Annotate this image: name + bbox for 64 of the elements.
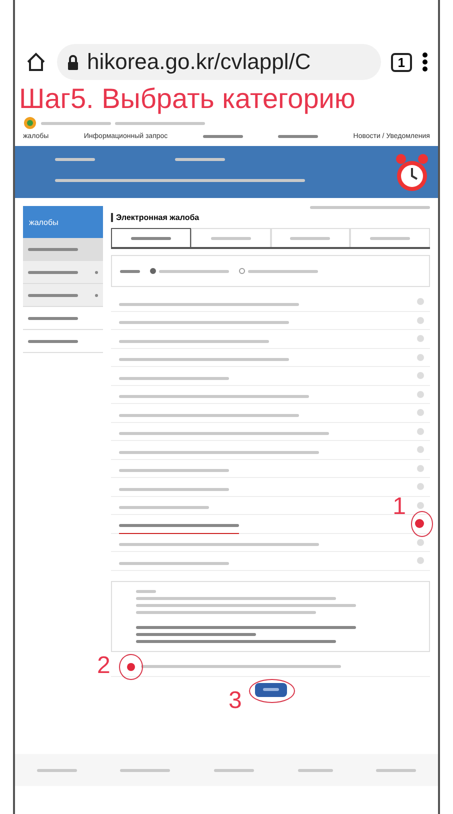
url-text: hikorea.go.kr/cvlappl/C xyxy=(87,49,311,75)
illegible-text-drawing xyxy=(159,270,229,272)
annotation-circle xyxy=(248,678,294,702)
radio-button[interactable] xyxy=(417,428,424,435)
illegible-text-drawing xyxy=(130,236,171,240)
illegible-text-drawing xyxy=(278,135,318,138)
radio-button[interactable] xyxy=(417,298,424,306)
address-bar[interactable]: hikorea.go.kr/cvlappl/C xyxy=(57,44,381,80)
radio-button[interactable] xyxy=(415,519,424,528)
illegible-text-drawing xyxy=(298,768,333,772)
sidebar-item[interactable] xyxy=(23,238,103,261)
submit-button[interactable] xyxy=(254,682,286,696)
illegible-text-drawing xyxy=(120,768,170,772)
radio-button[interactable] xyxy=(417,354,424,361)
annotation-number: 2 xyxy=(97,654,110,678)
sidebar-item[interactable] xyxy=(23,261,103,284)
illegible-text-drawing xyxy=(214,768,254,772)
illegible-text-drawing xyxy=(41,122,111,124)
expand-icon xyxy=(95,270,98,274)
radio-button[interactable] xyxy=(417,316,424,324)
illegible-text-drawing xyxy=(28,270,78,274)
illegible-text-drawing xyxy=(376,768,416,772)
radio-button[interactable] xyxy=(417,335,424,342)
annotation-number: 1 xyxy=(392,495,406,519)
annotation-circle xyxy=(119,654,143,680)
radio-button[interactable] xyxy=(239,268,245,274)
annotation-circle xyxy=(411,511,433,537)
illegible-text-drawing xyxy=(120,270,140,272)
radio-button[interactable] xyxy=(417,409,424,416)
illegible-text-drawing xyxy=(28,340,78,342)
checkbox[interactable] xyxy=(127,662,135,670)
illegible-text-drawing xyxy=(28,294,78,296)
illegible-text-drawing xyxy=(210,236,251,240)
radio-button[interactable] xyxy=(417,483,424,490)
illegible-text-drawing xyxy=(290,236,330,240)
radio-button[interactable] xyxy=(150,268,156,274)
tab-count-button[interactable]: 1 xyxy=(390,52,412,72)
sidebar-item[interactable] xyxy=(23,284,103,307)
illegible-text-drawing xyxy=(370,236,410,240)
lock-icon xyxy=(67,54,79,70)
illegible-text-drawing xyxy=(28,248,78,250)
sidebar-header: жалобы xyxy=(23,206,103,238)
home-icon[interactable] xyxy=(25,51,47,73)
illegible-text-drawing xyxy=(202,135,243,138)
illegible-text-drawing xyxy=(36,768,77,772)
annotation-number: 3 xyxy=(228,688,242,712)
illegible-text-drawing xyxy=(136,590,156,592)
expand-icon xyxy=(95,294,98,296)
radio-button[interactable] xyxy=(417,372,424,380)
radio-button[interactable] xyxy=(417,557,424,564)
radio-button[interactable] xyxy=(417,538,424,546)
step-tab[interactable] xyxy=(111,228,191,247)
radio-button[interactable] xyxy=(417,390,424,398)
radio-button[interactable] xyxy=(417,464,424,472)
illegible-text-drawing xyxy=(28,316,78,320)
logo-icon xyxy=(23,116,37,130)
illegible-text-drawing xyxy=(55,158,95,160)
illegible-text-drawing xyxy=(175,158,225,160)
menu-icon[interactable] xyxy=(422,51,428,73)
illegible-text-drawing xyxy=(248,270,318,272)
annotation-title: Шаг5. Выбрать категорию xyxy=(19,82,356,116)
radio-button[interactable] xyxy=(417,446,424,454)
page-title: Электронная жалоба xyxy=(111,213,430,222)
radio-button[interactable] xyxy=(417,502,424,509)
